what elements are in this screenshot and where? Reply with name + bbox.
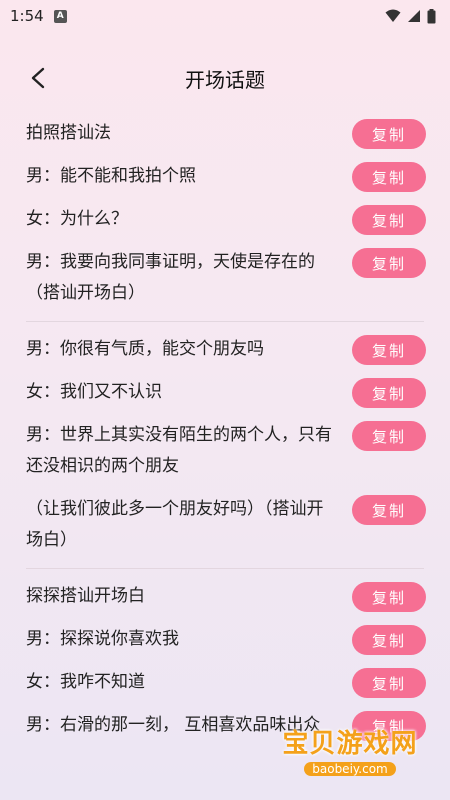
topic-text: 男：世界上其实没有陌生的两个人，只有还没相识的两个朋友 — [26, 425, 332, 476]
wifi-icon — [385, 9, 401, 22]
topic-text: 女：我们又不认识 — [26, 382, 162, 402]
list-item: 男：能不能和我拍个照 复制 — [26, 161, 426, 192]
list-item: 女：我咋不知道 复制 — [26, 667, 426, 698]
copy-button[interactable]: 复制 — [352, 668, 426, 698]
status-bar: 1:54 A — [0, 0, 450, 32]
topic-text: （让我们彼此多一个朋友好吗）（搭讪开场白） — [26, 499, 324, 550]
list-item: 男：我要向我同事证明，天使是存在的（搭讪开场白） 复制 — [26, 247, 426, 309]
list-item: 女：为什么？ 复制 — [26, 204, 426, 235]
battery-icon — [427, 8, 436, 23]
chevron-left-icon — [31, 67, 45, 89]
topic-group-1: 拍照搭讪法 复制 男：能不能和我拍个照 复制 女：为什么？ 复制 男：我要向我同… — [0, 118, 450, 309]
copy-button[interactable]: 复制 — [352, 248, 426, 278]
watermark-url: baobeiy.com — [304, 761, 396, 776]
topic-text: 男：能不能和我拍个照 — [26, 166, 196, 186]
topic-text: 男：你很有气质，能交个朋友吗 — [26, 339, 264, 359]
list-item: 探探搭讪开场白 复制 — [26, 581, 426, 612]
watermark-text: 宝贝游戏网 — [282, 728, 418, 759]
copy-button[interactable]: 复制 — [352, 495, 426, 525]
topic-text: 探探搭讪开场白 — [26, 586, 145, 606]
page-title: 开场话题 — [185, 67, 265, 92]
copy-button[interactable]: 复制 — [352, 421, 426, 451]
topic-text: 男：我要向我同事证明，天使是存在的（搭讪开场白） — [26, 252, 315, 303]
list-item: 男：探探说你喜欢我 复制 — [26, 624, 426, 655]
topic-text: 女：我咋不知道 — [26, 672, 145, 692]
topic-text: 男：探探说你喜欢我 — [26, 629, 179, 649]
copy-button[interactable]: 复制 — [352, 205, 426, 235]
copy-button[interactable]: 复制 — [352, 335, 426, 365]
divider — [26, 568, 424, 569]
copy-button[interactable]: 复制 — [352, 582, 426, 612]
app-notification-icon: A — [53, 9, 67, 23]
topic-text: 拍照搭讪法 — [26, 123, 111, 143]
watermark-logo: 宝贝游戏网 baobeiy.com — [270, 708, 430, 790]
copy-button[interactable]: 复制 — [352, 119, 426, 149]
list-item: 女：我们又不认识 复制 — [26, 377, 426, 408]
list-item: 男：世界上其实没有陌生的两个人，只有还没相识的两个朋友 复制 — [26, 420, 426, 482]
status-time: 1:54 — [10, 7, 44, 25]
header: 开场话题 — [0, 52, 450, 104]
list-item: 男：你很有气质，能交个朋友吗 复制 — [26, 334, 426, 365]
topic-group-2: 男：你很有气质，能交个朋友吗 复制 女：我们又不认识 复制 男：世界上其实没有陌… — [0, 334, 450, 556]
divider — [26, 321, 424, 322]
list-item: 拍照搭讪法 复制 — [26, 118, 426, 149]
topic-list: 拍照搭讪法 复制 男：能不能和我拍个照 复制 女：为什么？ 复制 男：我要向我同… — [0, 118, 450, 753]
topic-text: 女：为什么？ — [26, 209, 128, 229]
status-icons — [385, 8, 436, 24]
copy-button[interactable]: 复制 — [352, 162, 426, 192]
back-button[interactable] — [24, 64, 52, 92]
copy-button[interactable]: 复制 — [352, 625, 426, 655]
list-item: （让我们彼此多一个朋友好吗）（搭讪开场白） 复制 — [26, 494, 426, 556]
cellular-signal-icon — [408, 10, 420, 22]
copy-button[interactable]: 复制 — [352, 378, 426, 408]
